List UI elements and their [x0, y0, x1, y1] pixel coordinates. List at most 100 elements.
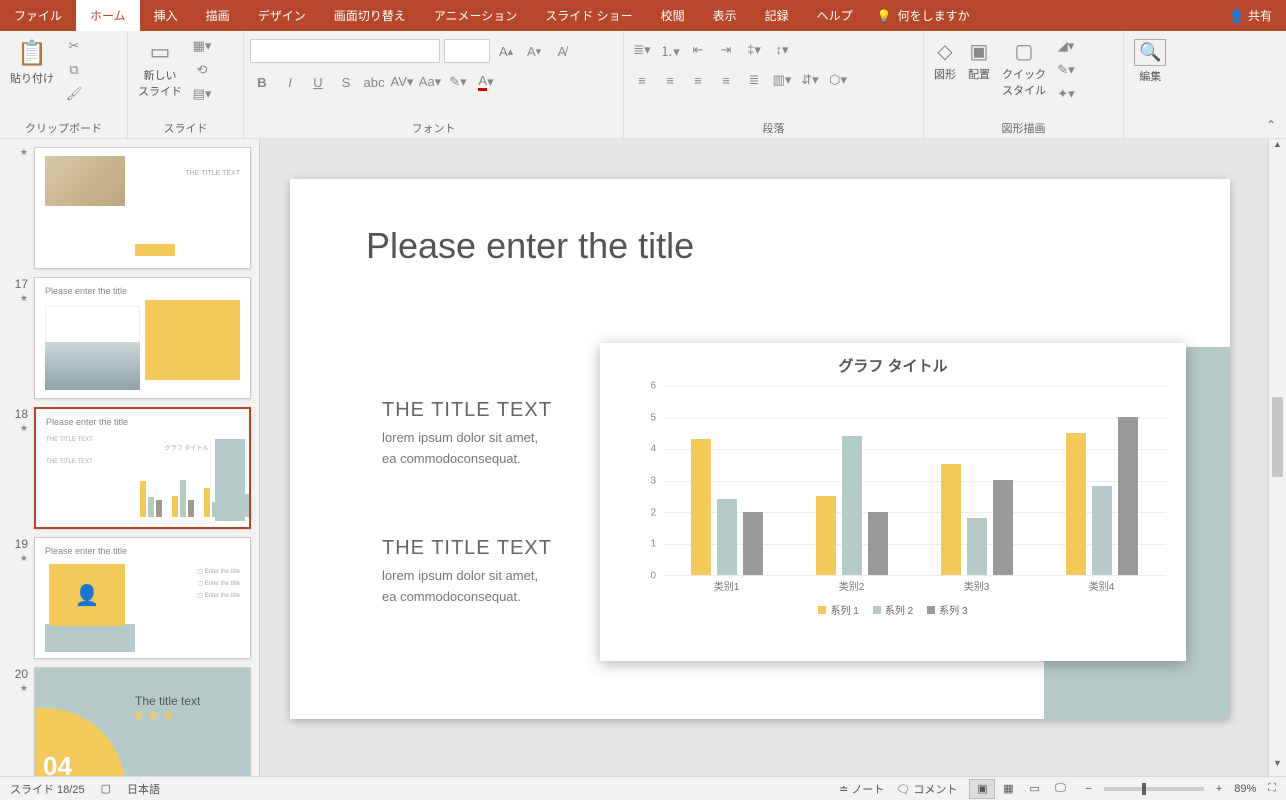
zoom-slider[interactable]: [1104, 787, 1204, 791]
indent-increase-button[interactable]: ⇥: [714, 39, 738, 61]
new-slide-button[interactable]: ▭ 新しい スライド: [134, 35, 186, 103]
text-block-1[interactable]: THE TITLE TEXT lorem ipsum dolor sit ame…: [382, 399, 552, 470]
shape-outline-button[interactable]: ✎▾: [1054, 59, 1078, 81]
editing-button[interactable]: 🔍編集: [1130, 35, 1170, 88]
tell-label: 何をしますか: [898, 7, 970, 24]
smartart-button[interactable]: ⬡▾: [826, 69, 850, 91]
align-left-button[interactable]: ≡: [630, 69, 654, 91]
font-color-button[interactable]: A▾: [474, 71, 498, 93]
zoom-value[interactable]: 89%: [1234, 783, 1256, 795]
font-group-label: フォント: [250, 118, 617, 138]
arrange-label: 配置: [968, 66, 990, 82]
collapse-ribbon-button[interactable]: ⌃: [1256, 112, 1286, 138]
chart-title: グラフ タイトル: [620, 355, 1166, 376]
tab-home[interactable]: ホーム: [76, 0, 140, 31]
slide-thumbnail[interactable]: 17★Please enter the title: [0, 273, 259, 403]
shape-fill-button[interactable]: ◢▾: [1054, 35, 1078, 57]
tab-slideshow[interactable]: スライド ショー: [531, 0, 646, 31]
font-size-combo[interactable]: [444, 39, 490, 63]
tab-record[interactable]: 記録: [751, 0, 803, 31]
comments-button[interactable]: 🗨 コメント: [896, 781, 957, 797]
zoom-in-button[interactable]: +: [1216, 783, 1222, 795]
tab-view[interactable]: 表示: [699, 0, 751, 31]
bold-button[interactable]: B: [250, 71, 274, 93]
align-right-button[interactable]: ≡: [686, 69, 710, 91]
shapes-button[interactable]: ◇図形: [930, 35, 960, 86]
tab-review[interactable]: 校閲: [647, 0, 699, 31]
chart-bar: [691, 439, 711, 575]
normal-view-button[interactable]: ▣: [969, 779, 995, 799]
strike-button[interactable]: S: [334, 71, 358, 93]
line-spacing-button[interactable]: ‡▾: [742, 39, 766, 61]
thumbnail-panel[interactable]: ★THE TITLE TEXTTHE TITLE TEXT17★Please e…: [0, 139, 260, 776]
scroll-down-icon[interactable]: ▼: [1269, 758, 1286, 776]
shadow-button[interactable]: abc: [362, 71, 386, 93]
tab-file[interactable]: ファイル: [0, 0, 76, 31]
vertical-scrollbar[interactable]: ▲ ▼: [1268, 139, 1286, 776]
distribute-button[interactable]: ≣: [742, 69, 766, 91]
copy-button[interactable]: ⧉: [62, 59, 86, 81]
chart-object[interactable]: グラフ タイトル 0123456 类别1类别2类别3类别4 系列 1系列 2系列…: [600, 343, 1186, 661]
ribbon: 📋 貼り付け ✂ ⧉ 🖌 クリップボード ▭ 新しい スライド ▦▾ ⟲ ▤▾ …: [0, 31, 1286, 139]
sorter-view-button[interactable]: ▦: [995, 779, 1021, 799]
shape-effects-button[interactable]: ✦▾: [1054, 83, 1078, 105]
increase-font-button[interactable]: A▴: [494, 40, 518, 62]
paragraph-group-label: 段落: [630, 118, 917, 138]
paste-button[interactable]: 📋 貼り付け: [6, 35, 58, 90]
spellcheck-icon[interactable]: ▢: [101, 782, 111, 795]
current-slide[interactable]: Please enter the title THE TITLE TEXT lo…: [290, 179, 1230, 719]
arrange-button[interactable]: ▣配置: [964, 35, 994, 86]
tab-insert[interactable]: 挿入: [140, 0, 192, 31]
justify-button[interactable]: ≡: [714, 69, 738, 91]
reset-button[interactable]: ⟲: [190, 59, 214, 81]
tab-animations[interactable]: アニメーション: [420, 0, 532, 31]
cut-button[interactable]: ✂: [62, 35, 86, 57]
layout-button[interactable]: ▦▾: [190, 35, 214, 57]
format-painter-button[interactable]: 🖌: [62, 83, 86, 105]
bullets-button[interactable]: ≣▾: [630, 39, 654, 61]
chart-bar: [941, 464, 961, 575]
underline-button[interactable]: U: [306, 71, 330, 93]
tab-design[interactable]: デザイン: [244, 0, 320, 31]
numbering-button[interactable]: ⒈▾: [658, 39, 682, 61]
slide-thumbnail[interactable]: 18★Please enter the titleTHE TITLE TEXTT…: [0, 403, 259, 533]
slide-title[interactable]: Please enter the title: [366, 225, 694, 267]
font-name-combo[interactable]: [250, 39, 440, 63]
tab-draw[interactable]: 描画: [192, 0, 244, 31]
section-button[interactable]: ▤▾: [190, 83, 214, 105]
align-center-button[interactable]: ≡: [658, 69, 682, 91]
share-button[interactable]: 👤 共有: [1229, 7, 1272, 24]
highlight-button[interactable]: ✎▾: [446, 71, 470, 93]
fit-window-button[interactable]: ⛶: [1268, 782, 1276, 795]
slideshow-view-button[interactable]: 🖵: [1047, 779, 1073, 799]
reading-view-button[interactable]: ▭: [1021, 779, 1047, 799]
text-block-2[interactable]: THE TITLE TEXT lorem ipsum dolor sit ame…: [382, 537, 552, 608]
notes-button[interactable]: ≐ ノート: [839, 781, 884, 797]
scroll-up-icon[interactable]: ▲: [1269, 139, 1286, 157]
text-direction-button[interactable]: ↕▾: [770, 39, 794, 61]
tab-help[interactable]: ヘルプ: [803, 0, 867, 31]
view-buttons: ▣ ▦ ▭ 🖵: [969, 779, 1073, 799]
scroll-thumb[interactable]: [1272, 397, 1283, 477]
decrease-font-button[interactable]: A▾: [522, 40, 546, 62]
tab-transitions[interactable]: 画面切り替え: [320, 0, 420, 31]
copy-icon: ⧉: [69, 62, 78, 78]
tell-me[interactable]: 💡 何をしますか: [877, 0, 970, 31]
quick-styles-button[interactable]: ▢クイック スタイル: [998, 35, 1050, 102]
share-icon: 👤: [1229, 9, 1244, 23]
slide-thumbnail[interactable]: 20★04The title text■ ■ ■: [0, 663, 259, 776]
zoom-out-button[interactable]: −: [1085, 783, 1091, 795]
slide-canvas[interactable]: Please enter the title THE TITLE TEXT lo…: [260, 139, 1268, 776]
spacing-button[interactable]: AV▾: [390, 71, 414, 93]
slide-thumbnail[interactable]: 19★Please enter the title👤▢ Enter the ti…: [0, 533, 259, 663]
columns-button[interactable]: ▥▾: [770, 69, 794, 91]
zoom-handle[interactable]: [1142, 783, 1146, 795]
indent-decrease-button[interactable]: ⇤: [686, 39, 710, 61]
slide-thumbnail[interactable]: ★THE TITLE TEXTTHE TITLE TEXT: [0, 143, 259, 273]
language-label[interactable]: 日本語: [127, 781, 160, 797]
align-text-button[interactable]: ⇵▾: [798, 69, 822, 91]
clear-format-button[interactable]: A̸: [550, 40, 574, 62]
italic-button[interactable]: I: [278, 71, 302, 93]
change-case-button[interactable]: Aa▾: [418, 71, 442, 93]
chart-bar: [1118, 417, 1138, 575]
